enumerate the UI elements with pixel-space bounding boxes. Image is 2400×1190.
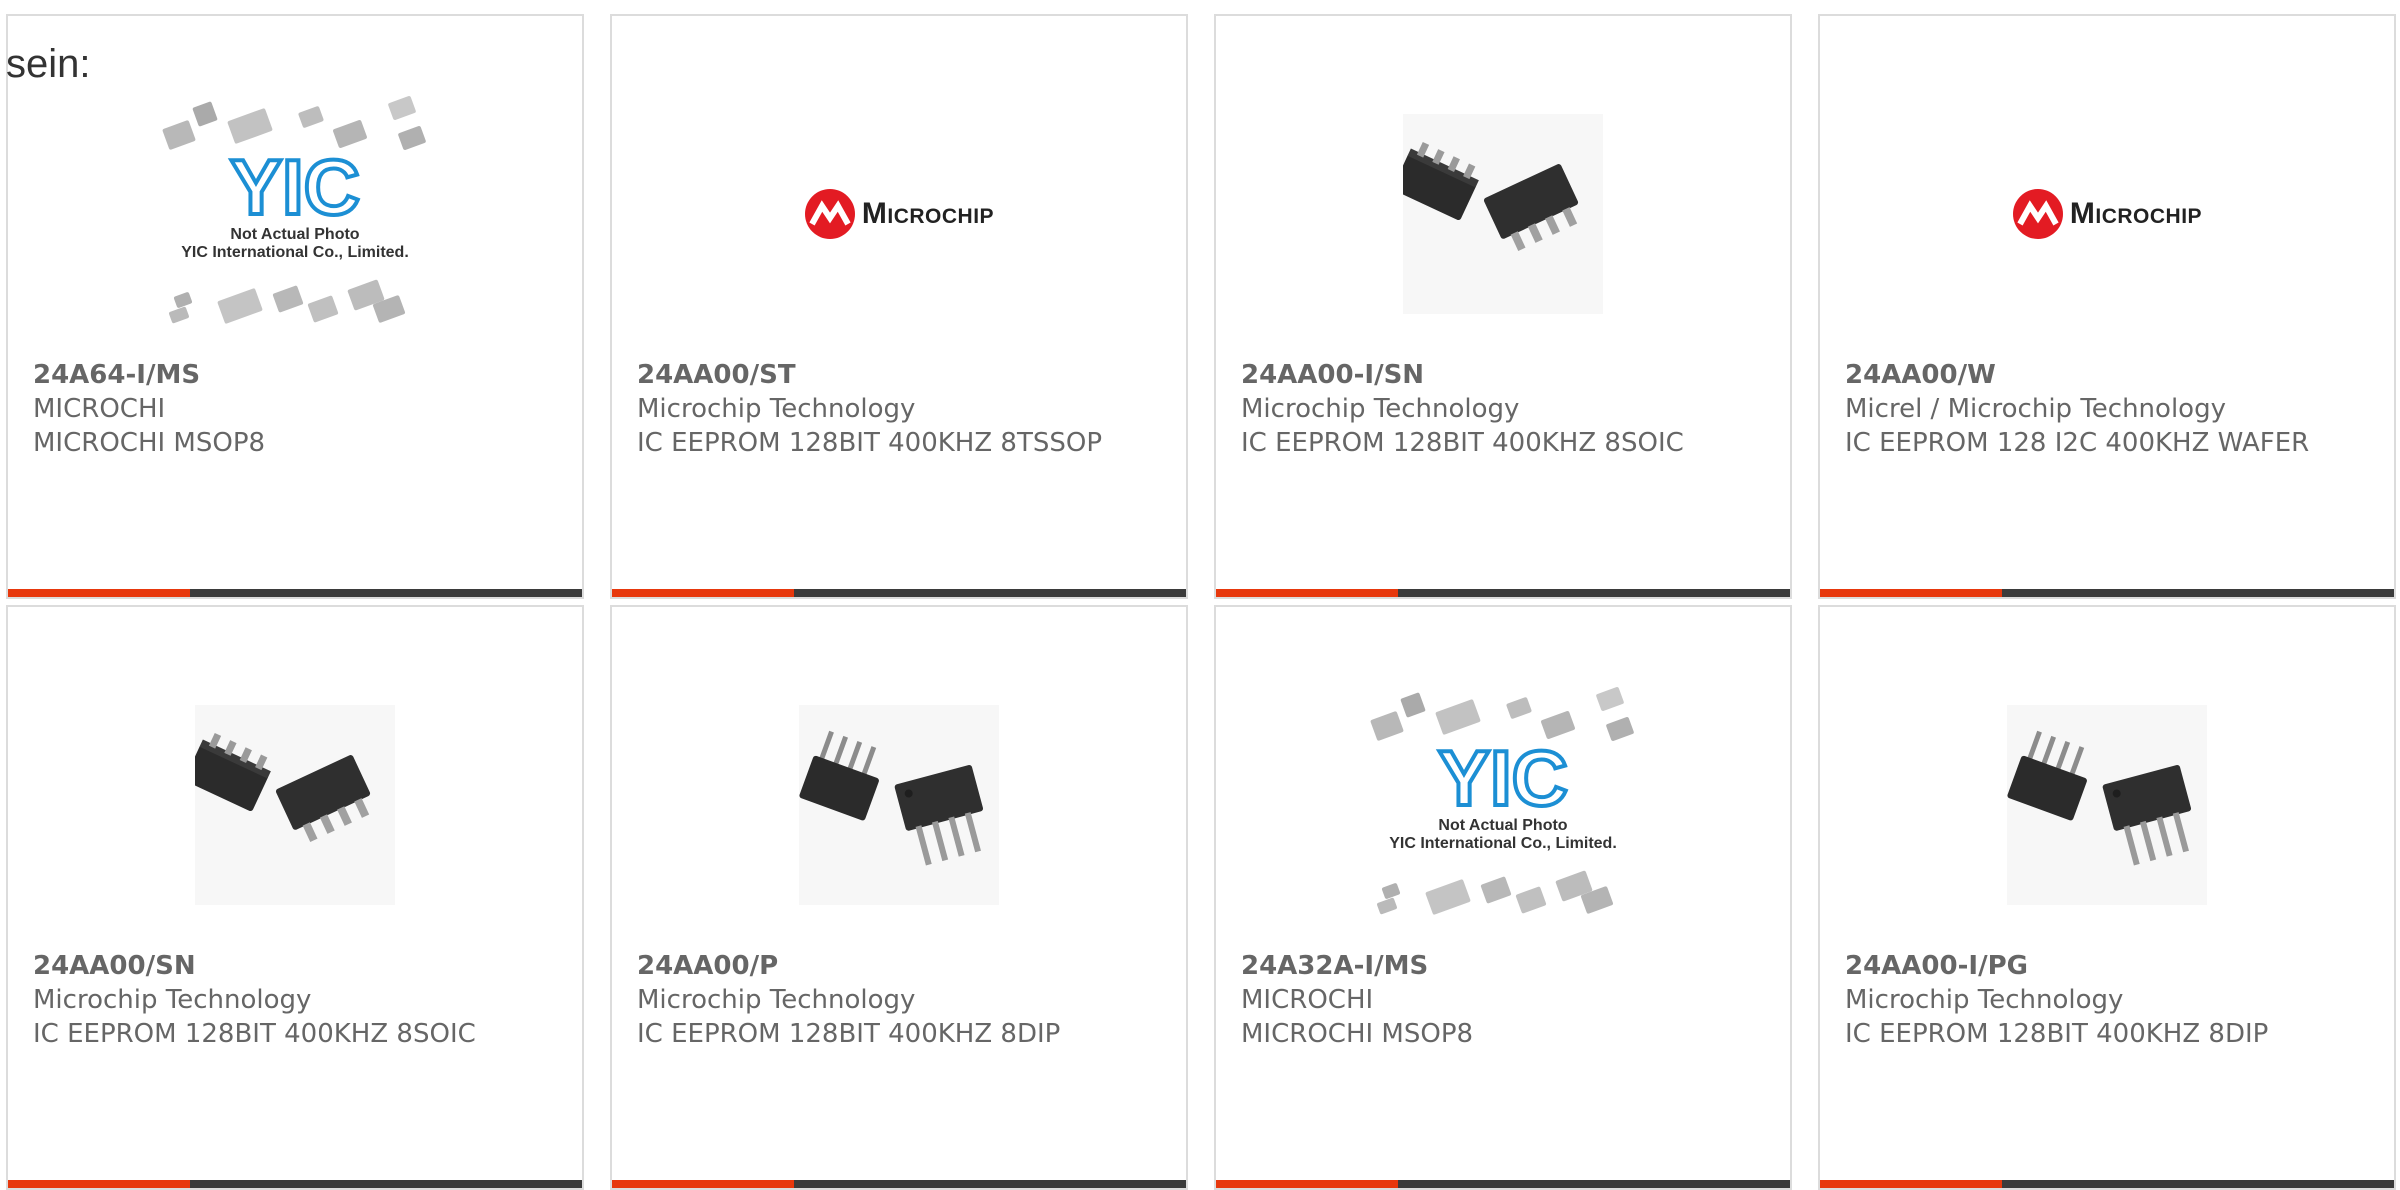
product-image[interactable]: YIC Not Actual Photo YIC International C… bbox=[8, 66, 582, 362]
product-image[interactable] bbox=[1820, 657, 2394, 953]
product-card[interactable]: 24AA00-I/PG Microchip Technology IC EEPR… bbox=[1818, 605, 2396, 1190]
description: MICROCHI MSOP8 bbox=[1241, 1019, 1474, 1049]
manufacturer: Microchip Technology bbox=[637, 394, 916, 424]
description: IC EEPROM 128BIT 400KHZ 8SOIC bbox=[1241, 428, 1684, 458]
product-image[interactable]: Microchip bbox=[1820, 66, 2394, 362]
svg-text:YIC: YIC bbox=[230, 143, 360, 231]
microchip-logo-icon bbox=[804, 189, 855, 239]
manufacturer: Microchip Technology bbox=[1845, 985, 2124, 1015]
product-image[interactable] bbox=[612, 657, 1186, 953]
description: IC EEPROM 128BIT 400KHZ 8SOIC bbox=[33, 1019, 476, 1049]
manufacturer: Micrel / Microchip Technology bbox=[1845, 394, 2226, 424]
product-card[interactable]: YIC Not Actual Photo YIC International C… bbox=[6, 14, 584, 599]
placeholder-line1: Not Actual Photo bbox=[1438, 817, 1567, 834]
svg-text:YIC: YIC bbox=[1438, 734, 1568, 822]
card-accent-bar bbox=[612, 1180, 1186, 1188]
product-card[interactable]: 24AA00-I/SN Microchip Technology IC EEPR… bbox=[1214, 14, 1792, 599]
manufacturer: Microchip Technology bbox=[33, 985, 312, 1015]
card-accent-bar bbox=[1216, 589, 1790, 597]
part-number[interactable]: 24AA00/W bbox=[1845, 358, 2384, 392]
manufacturer: MICROCHI bbox=[33, 394, 166, 424]
product-image[interactable]: YIC Not Actual Photo YIC International C… bbox=[1216, 657, 1790, 953]
part-number[interactable]: 24AA00/SN bbox=[33, 949, 572, 983]
description: IC EEPROM 128BIT 400KHZ 8DIP bbox=[1845, 1019, 2269, 1049]
card-accent-bar bbox=[1820, 589, 2394, 597]
product-card[interactable]: Microchip 24AA00/ST Microchip Technology… bbox=[610, 14, 1188, 599]
description: IC EEPROM 128BIT 400KHZ 8DIP bbox=[637, 1019, 1061, 1049]
product-image[interactable] bbox=[1216, 66, 1790, 362]
manufacturer: MICROCHI bbox=[1241, 985, 1374, 1015]
description: IC EEPROM 128BIT 400KHZ 8TSSOP bbox=[637, 428, 1103, 458]
placeholder-line2: YIC International Co., Limited. bbox=[1389, 835, 1617, 852]
description: IC EEPROM 128 I2C 400KHZ WAFER bbox=[1845, 428, 2310, 458]
product-image[interactable] bbox=[8, 657, 582, 953]
microchip-logo-icon bbox=[2012, 189, 2063, 239]
product-card[interactable]: YIC Not Actual Photo YIC International C… bbox=[1214, 605, 1792, 1190]
intro-text: sein: bbox=[6, 42, 91, 86]
product-card[interactable]: Microchip 24AA00/W Micrel / Microchip Te… bbox=[1818, 14, 2396, 599]
placeholder-line1: Not Actual Photo bbox=[230, 226, 359, 243]
microchip-logo: Microchip bbox=[2012, 188, 2202, 240]
card-accent-bar bbox=[1216, 1180, 1790, 1188]
card-accent-bar bbox=[1820, 1180, 2394, 1188]
part-number[interactable]: 24A32A-I/MS bbox=[1241, 949, 1780, 983]
manufacturer: Microchip Technology bbox=[1241, 394, 1520, 424]
placeholder-line2: YIC International Co., Limited. bbox=[181, 244, 409, 261]
part-number[interactable]: 24A64-I/MS bbox=[33, 358, 572, 392]
card-accent-bar bbox=[8, 589, 582, 597]
part-number[interactable]: 24AA00/P bbox=[637, 949, 1176, 983]
microchip-logo: Microchip bbox=[804, 188, 994, 240]
product-card[interactable]: 24AA00/SN Microchip Technology IC EEPROM… bbox=[6, 605, 584, 1190]
part-number[interactable]: 24AA00-I/SN bbox=[1241, 358, 1780, 392]
part-number[interactable]: 24AA00-I/PG bbox=[1845, 949, 2384, 983]
part-number[interactable]: 24AA00/ST bbox=[637, 358, 1176, 392]
product-image[interactable]: Microchip bbox=[612, 66, 1186, 362]
product-card[interactable]: 24AA00/P Microchip Technology IC EEPROM … bbox=[610, 605, 1188, 1190]
manufacturer: Microchip Technology bbox=[637, 985, 916, 1015]
description: MICROCHI MSOP8 bbox=[33, 428, 266, 458]
card-accent-bar bbox=[8, 1180, 582, 1188]
card-accent-bar bbox=[612, 589, 1186, 597]
